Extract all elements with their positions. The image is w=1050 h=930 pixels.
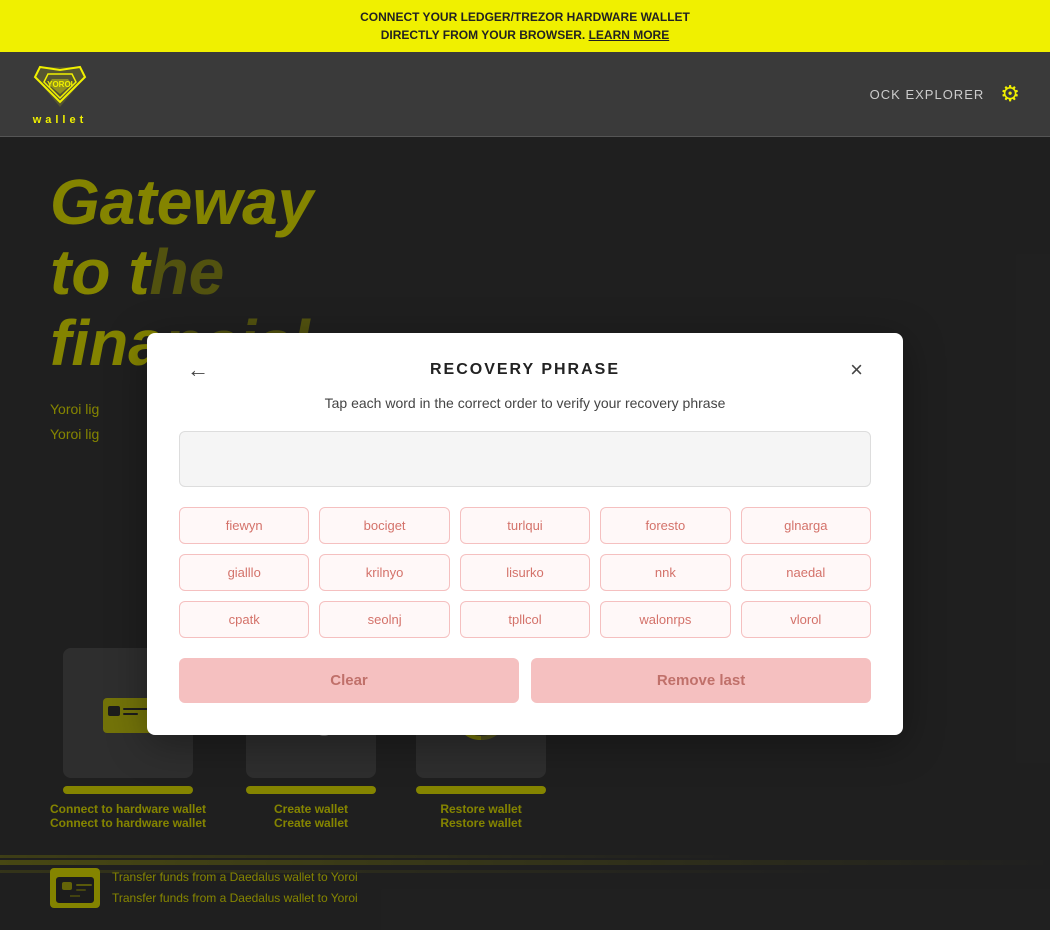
word-chip-11[interactable]: seolnj (319, 601, 449, 638)
word-chip-12[interactable]: tpllcol (460, 601, 590, 638)
svg-text:YOROI: YOROI (47, 80, 73, 89)
modal-back-button[interactable]: ← (179, 353, 217, 387)
announcement-bar: CONNECT YOUR LEDGER/TREZOR HARDWARE WALL… (0, 0, 1050, 52)
word-chip-14[interactable]: vlorol (741, 601, 871, 638)
recovery-phrase-input[interactable] (179, 431, 871, 487)
logo-text: wallet (33, 114, 88, 126)
modal-title: RECOVERY PHRASE (430, 361, 620, 379)
word-chip-8[interactable]: nnk (600, 554, 730, 591)
word-chip-3[interactable]: foresto (600, 507, 730, 544)
settings-icon[interactable]: ⚙ (1000, 81, 1020, 107)
announcement-line1: CONNECT YOUR LEDGER/TREZOR HARDWARE WALL… (12, 8, 1038, 26)
remove-last-button[interactable]: Remove last (531, 658, 871, 703)
yoroi-logo-icon: YOROI (30, 62, 90, 112)
modal-actions: Clear Remove last (179, 658, 871, 703)
main-content: Gateway to the financial Yoroi lig Yoroi… (0, 137, 1050, 930)
explorer-link[interactable]: OCK EXPLORER (870, 87, 985, 102)
word-chip-13[interactable]: walonrps (600, 601, 730, 638)
modal-header: ← RECOVERY PHRASE × (179, 361, 871, 379)
word-chip-2[interactable]: turlqui (460, 507, 590, 544)
modal-close-button[interactable]: × (842, 353, 871, 387)
word-chip-0[interactable]: fiewyn (179, 507, 309, 544)
announcement-line2-text: DIRECTLY FROM YOUR BROWSER. (381, 28, 589, 42)
word-chip-5[interactable]: gialllo (179, 554, 309, 591)
modal-overlay[interactable]: ← RECOVERY PHRASE × Tap each word in the… (0, 137, 1050, 930)
word-chip-4[interactable]: glnarga (741, 507, 871, 544)
word-chip-9[interactable]: naedal (741, 554, 871, 591)
announcement-line2: DIRECTLY FROM YOUR BROWSER. LEARN MORE (12, 26, 1038, 44)
logo-area: YOROI wallet (30, 62, 90, 126)
modal-subtitle: Tap each word in the correct order to ve… (179, 395, 871, 411)
recovery-phrase-modal: ← RECOVERY PHRASE × Tap each word in the… (147, 333, 903, 735)
word-chip-10[interactable]: cpatk (179, 601, 309, 638)
word-chip-1[interactable]: bociget (319, 507, 449, 544)
word-chip-6[interactable]: krilnyo (319, 554, 449, 591)
header: YOROI wallet OCK EXPLORER ⚙ (0, 52, 1050, 137)
word-grid: fiewyn bociget turlqui foresto glnarga gialll… (179, 507, 871, 638)
clear-button[interactable]: Clear (179, 658, 519, 703)
word-chip-7[interactable]: lisurko (460, 554, 590, 591)
announcement-link[interactable]: LEARN MORE (589, 28, 670, 42)
header-right: OCK EXPLORER ⚙ (870, 81, 1020, 107)
